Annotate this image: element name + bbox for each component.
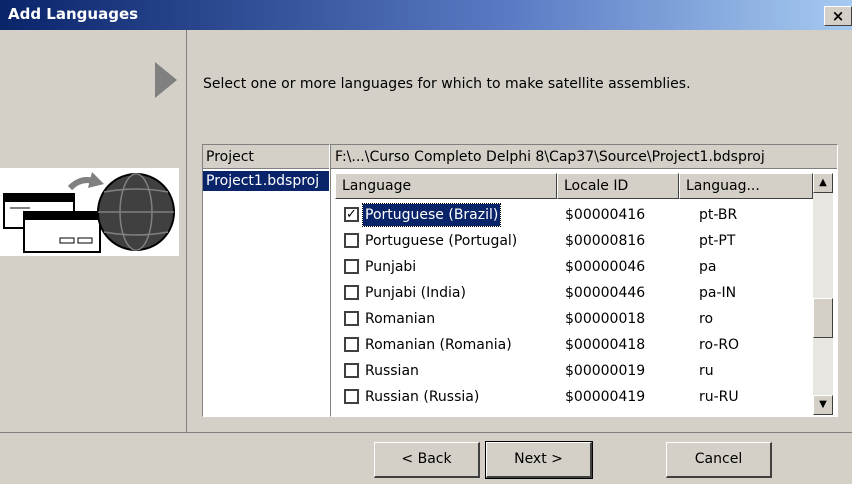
language-row[interactable]: Romanian (Romania) $00000418 ro-RO [341, 333, 811, 357]
next-button[interactable]: Next > [485, 441, 593, 479]
wizard-arrow-icon [155, 62, 177, 98]
next-button-label: Next > [514, 451, 563, 467]
language-row[interactable]: Portuguese (Portugal) $00000816 pt-PT [341, 229, 811, 253]
language-name: Portuguese (Portugal) [365, 233, 518, 249]
locale-id: $00000446 [565, 285, 646, 301]
project-list-item[interactable]: Project1.bdsproj [203, 171, 329, 191]
language-checkbox[interactable] [344, 259, 359, 274]
column-header-locale-id[interactable]: Locale ID [557, 173, 679, 199]
window-title: Add Languages [8, 5, 139, 23]
language-row[interactable]: ✓ Portuguese (Brazil) $00000416 pt-BR [341, 203, 811, 227]
back-button[interactable]: < Back [374, 442, 480, 478]
language-code: pt-PT [699, 233, 736, 249]
language-name: Romanian (Romania) [365, 337, 512, 353]
language-checkbox[interactable]: ✓ [344, 207, 359, 222]
globe-window-illustration [0, 168, 179, 256]
project-path-header: F:\...\Curso Completo Delphi 8\Cap37\Sou… [331, 145, 837, 169]
language-name: Russian [365, 363, 419, 379]
locale-id: $00000816 [565, 233, 646, 249]
language-checkbox[interactable] [344, 389, 359, 404]
language-checkbox[interactable] [344, 311, 359, 326]
locale-id: $00000018 [565, 311, 646, 327]
locale-id: $00000418 [565, 337, 646, 353]
back-button-label: < Back [401, 451, 452, 467]
column-header-language-code[interactable]: Languag... [679, 173, 813, 199]
language-row[interactable]: Russian $00000019 ru [341, 359, 811, 383]
instructions-text: Select one or more languages for which t… [203, 76, 691, 92]
language-code: ru-RU [699, 389, 739, 405]
locale-id: $00000046 [565, 259, 646, 275]
triangle-down-icon: ▼ [819, 399, 827, 410]
language-checkbox[interactable] [344, 233, 359, 248]
language-row[interactable]: Punjabi $00000046 pa [341, 255, 811, 279]
language-name: Punjabi [365, 259, 417, 275]
scroll-thumb[interactable] [813, 298, 833, 338]
scroll-up-button[interactable]: ▲ [813, 173, 833, 193]
title-bar: Add Languages × [0, 0, 852, 30]
locale-id: $00000419 [565, 389, 646, 405]
triangle-up-icon: ▲ [819, 177, 827, 188]
language-name: Russian (Russia) [365, 389, 480, 405]
cancel-button-label: Cancel [694, 451, 743, 467]
cancel-button[interactable]: Cancel [666, 442, 772, 478]
language-code: pt-BR [699, 207, 738, 223]
close-button[interactable]: × [824, 6, 852, 26]
language-row[interactable]: Russian (Russia) $00000419 ru-RU [341, 385, 811, 409]
language-code: pa [699, 259, 717, 275]
language-code: ro [699, 311, 714, 327]
column-header-language[interactable]: Language [335, 173, 557, 199]
vertical-scrollbar[interactable]: ▲ ▼ [813, 173, 833, 415]
language-checkbox[interactable] [344, 285, 359, 300]
language-row[interactable]: Romanian $00000018 ro [341, 307, 811, 331]
language-list[interactable]: F:\...\Curso Completo Delphi 8\Cap37\Sou… [330, 144, 838, 417]
language-row[interactable]: Punjabi (India) $00000446 pa-IN [341, 281, 811, 305]
language-code: ru [699, 363, 714, 379]
language-name: Romanian [365, 311, 436, 327]
project-column-header[interactable]: Project [203, 145, 329, 169]
scroll-down-button[interactable]: ▼ [813, 395, 833, 415]
language-name: Punjabi (India) [365, 285, 466, 301]
language-code: pa-IN [699, 285, 737, 301]
language-name: Portuguese (Brazil) [361, 203, 502, 227]
close-icon: × [831, 7, 845, 25]
locale-id: $00000416 [565, 207, 646, 223]
locale-id: $00000019 [565, 363, 646, 379]
language-checkbox[interactable] [344, 337, 359, 352]
project-list[interactable]: Project Project1.bdsproj [202, 144, 330, 417]
language-checkbox[interactable] [344, 363, 359, 378]
language-code: ro-RO [699, 337, 740, 353]
